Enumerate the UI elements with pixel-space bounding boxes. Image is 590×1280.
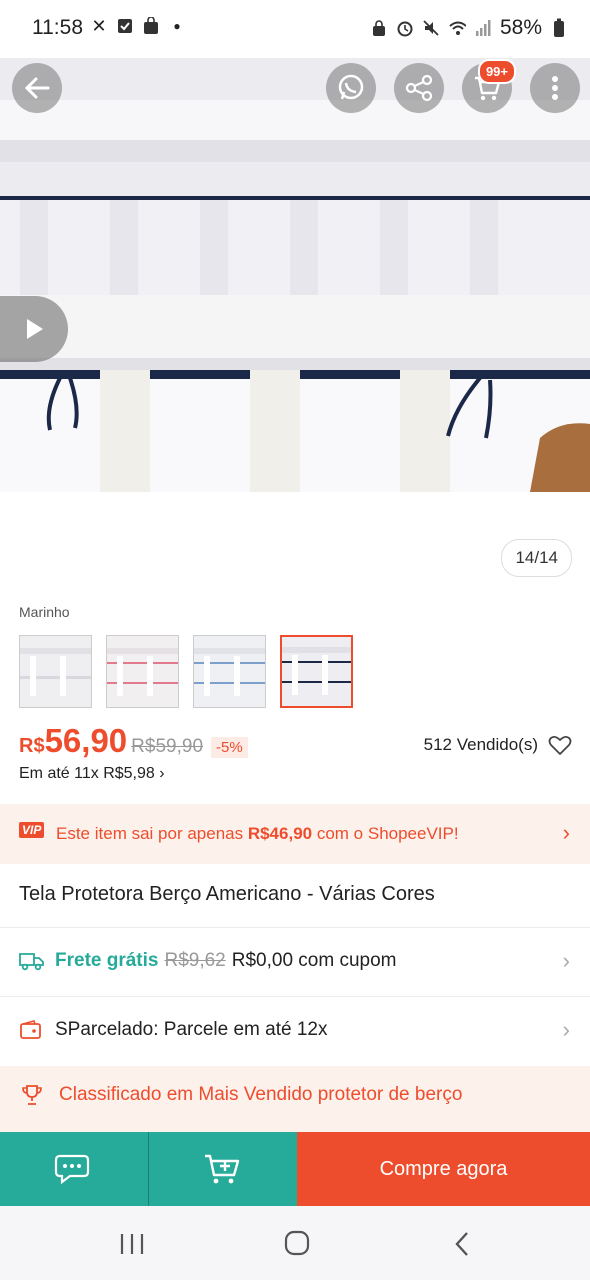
shipping-old-price: R$9,62 xyxy=(164,950,226,971)
battery-percent: 58% xyxy=(499,16,542,39)
heart-icon[interactable] xyxy=(548,734,572,756)
chevron-right-icon: › xyxy=(159,765,165,782)
play-video-button[interactable] xyxy=(0,296,68,362)
installments-link[interactable]: Em até 11x R$5,98 › xyxy=(19,765,165,783)
status-notification-icons: ✕ ● xyxy=(90,15,186,36)
shopping-bag-icon xyxy=(142,17,160,35)
cart-count-badge: 99+ xyxy=(477,59,516,84)
vip-text: Este item sai por apenas R$46,90 com o S… xyxy=(56,824,459,843)
system-navigation-bar xyxy=(0,1206,590,1280)
installments-text: Em até 11x R$5,98 xyxy=(19,765,155,782)
chat-button[interactable] xyxy=(0,1132,148,1206)
variant-thumb-white[interactable] xyxy=(19,635,92,708)
add-to-cart-button[interactable] xyxy=(148,1132,297,1206)
variant-label: Marinho xyxy=(19,604,70,620)
recent-apps-icon[interactable] xyxy=(118,1232,146,1256)
status-bar: 11:58 ✕ ● 58% xyxy=(0,0,590,58)
home-icon[interactable] xyxy=(284,1230,312,1258)
battery-icon xyxy=(550,18,568,37)
installment-row[interactable]: SParcelado: Parcele em até 12x xyxy=(19,1019,328,1041)
lock-icon xyxy=(370,19,388,37)
back-button[interactable] xyxy=(12,63,62,113)
signal-icon xyxy=(474,19,492,37)
arrow-left-icon xyxy=(24,77,50,99)
shipping-row[interactable]: Frete grátis R$9,62 R$0,00 com cupom xyxy=(19,950,397,972)
back-nav-icon[interactable] xyxy=(452,1230,472,1258)
wifi-icon xyxy=(448,19,466,37)
dot-icon: ● xyxy=(173,19,181,33)
discount-badge: -5% xyxy=(211,737,248,758)
vip-icon: VIP xyxy=(19,822,45,838)
variant-thumb-navy[interactable] xyxy=(280,635,353,708)
original-price: R$59,90 xyxy=(131,736,204,757)
chat-icon xyxy=(54,1154,90,1185)
more-options-button[interactable] xyxy=(530,63,580,113)
image-counter: 14/14 xyxy=(501,539,572,577)
divider xyxy=(0,996,590,997)
status-system-icons: 58% xyxy=(370,16,568,40)
variant-thumb-blue[interactable] xyxy=(193,635,266,708)
sold-count-text: 512 Vendido(s) xyxy=(423,735,538,754)
checkbox-icon xyxy=(116,17,134,35)
product-title: Tela Protetora Berço Americano - Várias … xyxy=(19,883,435,905)
alarm-icon xyxy=(396,19,414,37)
product-image[interactable] xyxy=(0,58,590,492)
wallet-icon xyxy=(20,1020,41,1039)
chevron-right-icon: › xyxy=(562,1017,570,1042)
play-icon xyxy=(27,319,43,339)
whatsapp-icon xyxy=(338,74,364,100)
sold-count: 512 Vendido(s) xyxy=(424,734,572,756)
bottom-action-bar: Compre agora xyxy=(0,1132,590,1206)
mute-icon xyxy=(422,19,440,37)
status-time: 11:58 xyxy=(32,16,83,39)
more-vertical-icon xyxy=(552,76,558,100)
divider xyxy=(0,927,590,928)
vip-price: R$46,90 xyxy=(247,824,313,843)
variant-thumbnails xyxy=(19,635,353,708)
trophy-icon xyxy=(22,1085,42,1105)
cart-button[interactable]: 99+ xyxy=(462,59,516,113)
crib-photo xyxy=(0,58,590,492)
current-price: 56,90 xyxy=(44,722,128,759)
price-currency: R$ xyxy=(19,735,45,757)
price-row: R$ 56,90 R$59,90 -5% xyxy=(19,722,248,760)
truck-icon xyxy=(19,953,44,971)
share-button[interactable] xyxy=(394,63,444,113)
chevron-right-icon: › xyxy=(562,948,570,973)
buy-now-button[interactable]: Compre agora xyxy=(297,1132,590,1206)
chevron-right-icon: › xyxy=(562,820,570,845)
shipping-new-price: R$0,00 com cupom xyxy=(231,950,397,971)
share-icon xyxy=(405,74,433,102)
installment-text: SParcelado: Parcele em até 12x xyxy=(55,1019,328,1040)
whatsapp-share-button[interactable] xyxy=(326,63,376,113)
free-shipping-label: Frete grátis xyxy=(55,950,159,971)
variant-thumb-pink[interactable] xyxy=(106,635,179,708)
x-app-icon: ✕ xyxy=(91,15,107,36)
ranking-text: Classificado em Mais Vendido protetor de… xyxy=(59,1084,463,1105)
add-to-cart-icon xyxy=(205,1154,240,1184)
